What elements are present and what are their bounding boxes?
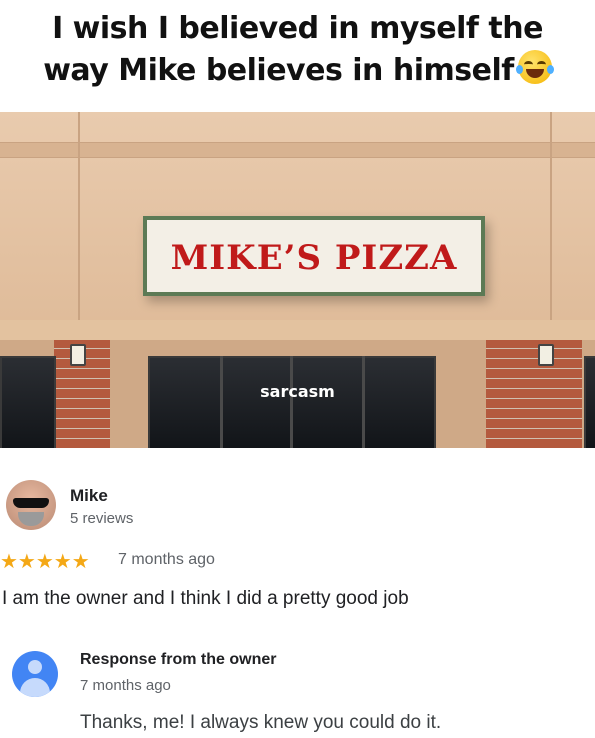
owner-response-time: 7 months ago	[80, 677, 171, 694]
storefront-photo: MIKE’S PIZZA sarcasm	[0, 112, 595, 448]
reviewer-avatar[interactable]	[6, 480, 56, 530]
shop-window	[584, 356, 595, 448]
review-count: 5 reviews	[70, 510, 134, 527]
sign-text: MIKE’S PIZZA	[170, 238, 458, 278]
tears-of-joy-emoji-icon	[515, 50, 554, 84]
owner-response-text: Thanks, me! I always knew you could do i…	[80, 712, 442, 733]
owner-response-title: Response from the owner	[80, 651, 277, 668]
shop-window	[0, 356, 56, 448]
review-time: 7 months ago	[118, 551, 215, 568]
owner-avatar-icon	[12, 651, 58, 697]
review-text: I am the owner and I think I did a prett…	[2, 588, 409, 609]
caption-line-1: I wish I believed in myself the	[52, 11, 543, 46]
sarcasm-overlay-label: sarcasm	[260, 382, 335, 401]
meme-caption: I wish I believed in myself the way Mike…	[0, 0, 595, 112]
wall-lamp-icon	[70, 344, 86, 366]
caption-line-2-text: way Mike believes in himself	[43, 53, 514, 88]
pizza-sign: MIKE’S PIZZA	[143, 216, 485, 296]
sunglasses-icon	[13, 498, 49, 508]
star-rating-icon: ★★★★★	[0, 551, 90, 573]
wall-lamp-icon	[538, 344, 554, 366]
reviewer-name[interactable]: Mike	[70, 486, 108, 506]
caption-line-2: way Mike believes in himself	[0, 50, 595, 92]
review-card: Mike 5 reviews ★★★★★ 7 months ago I am t…	[0, 448, 595, 738]
